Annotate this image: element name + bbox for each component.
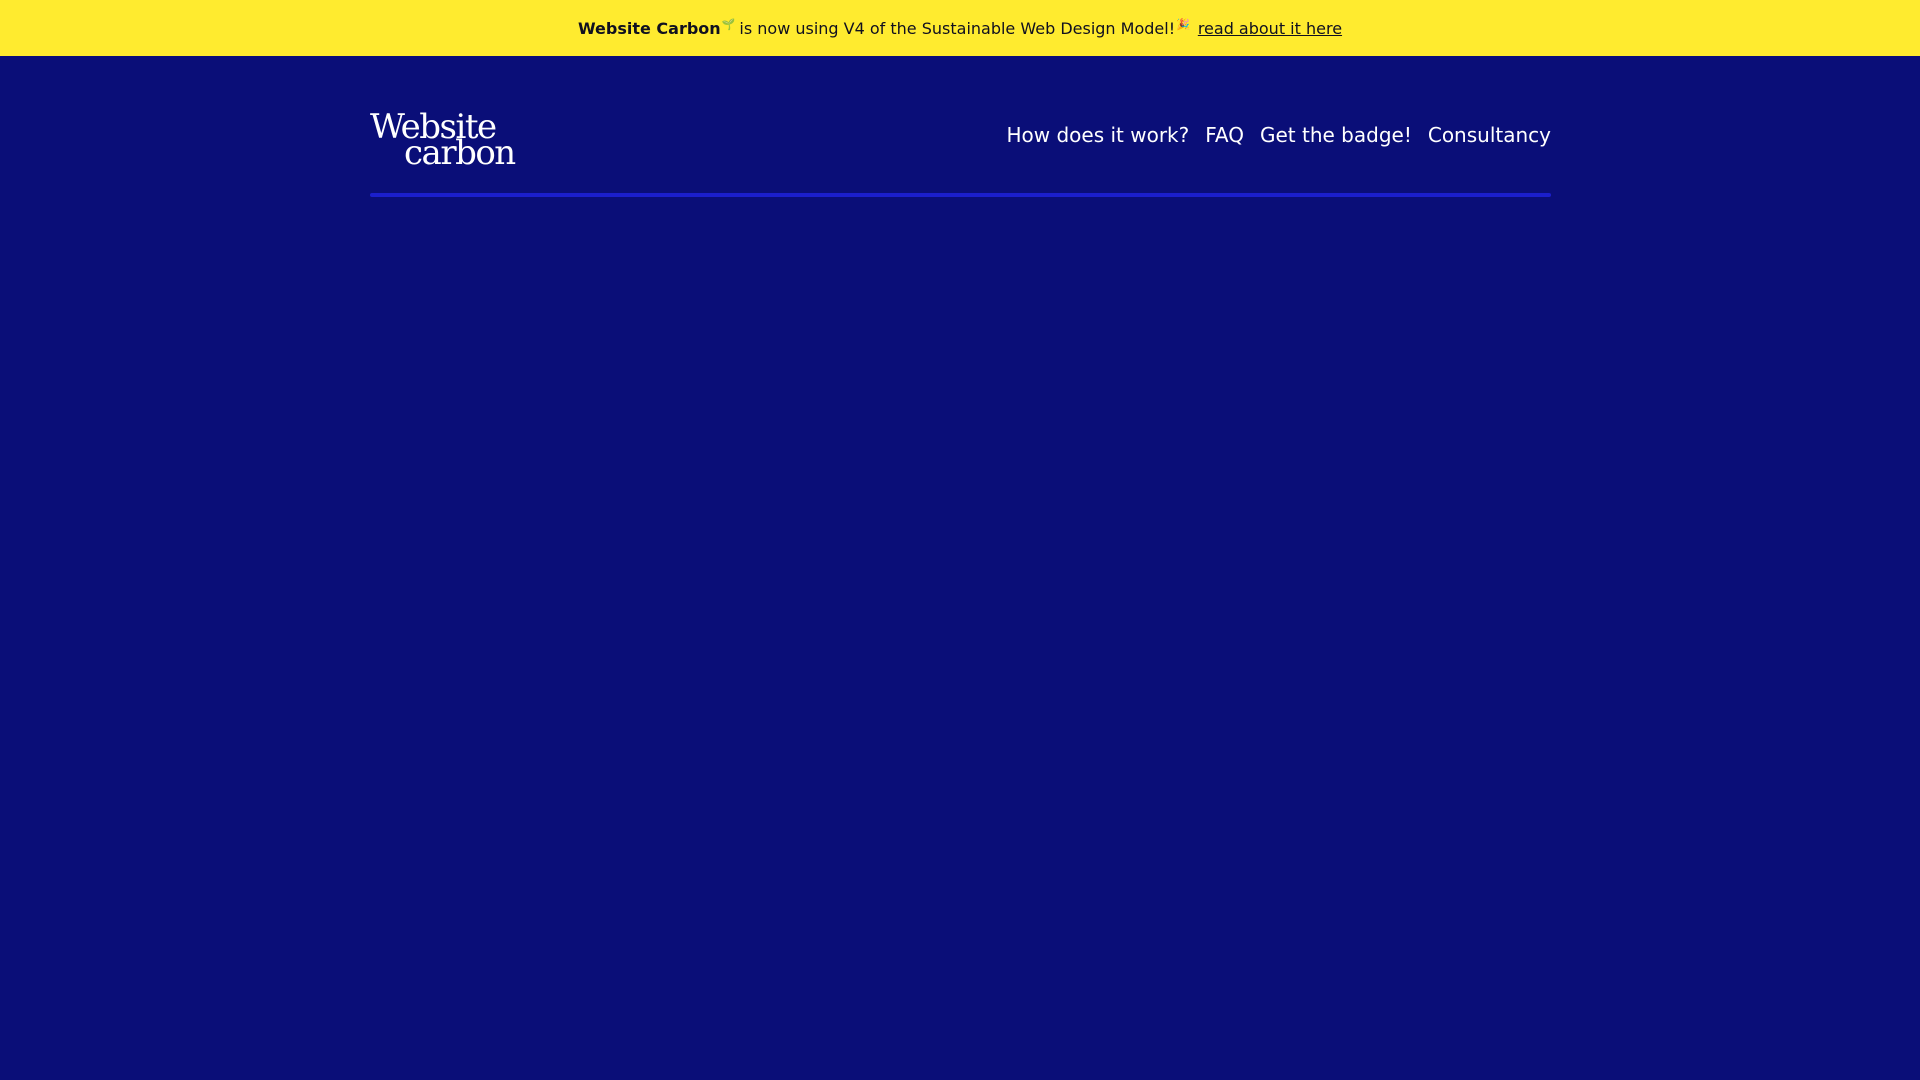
nav-link-consultancy[interactable]: Consultancy [1428, 123, 1551, 147]
announcement-banner: Website Carbon 🌱 is now using V4 of the S… [0, 0, 1920, 56]
nav-link-get-badge[interactable]: Get the badge! [1260, 123, 1412, 147]
banner-read-more-link[interactable]: read about it here [1198, 19, 1342, 38]
nav-link-how-it-works[interactable]: How does it work? [1006, 123, 1189, 147]
banner-brand: Website Carbon [577, 18, 721, 38]
party-icon: 🎉 [1176, 17, 1190, 31]
site-logo[interactable]: Website carbon [370, 110, 516, 170]
header-divider [370, 193, 1551, 197]
seedling-icon: 🌱 [721, 17, 736, 31]
banner-message: is now using V4 of the Sustainable Web D… [739, 18, 1176, 38]
nav-link-faq[interactable]: FAQ [1205, 123, 1244, 147]
main-nav: How does it work? FAQ Get the badge! Con… [1006, 123, 1551, 147]
site-header: Website carbon How does it work? FAQ Get… [370, 56, 1551, 196]
